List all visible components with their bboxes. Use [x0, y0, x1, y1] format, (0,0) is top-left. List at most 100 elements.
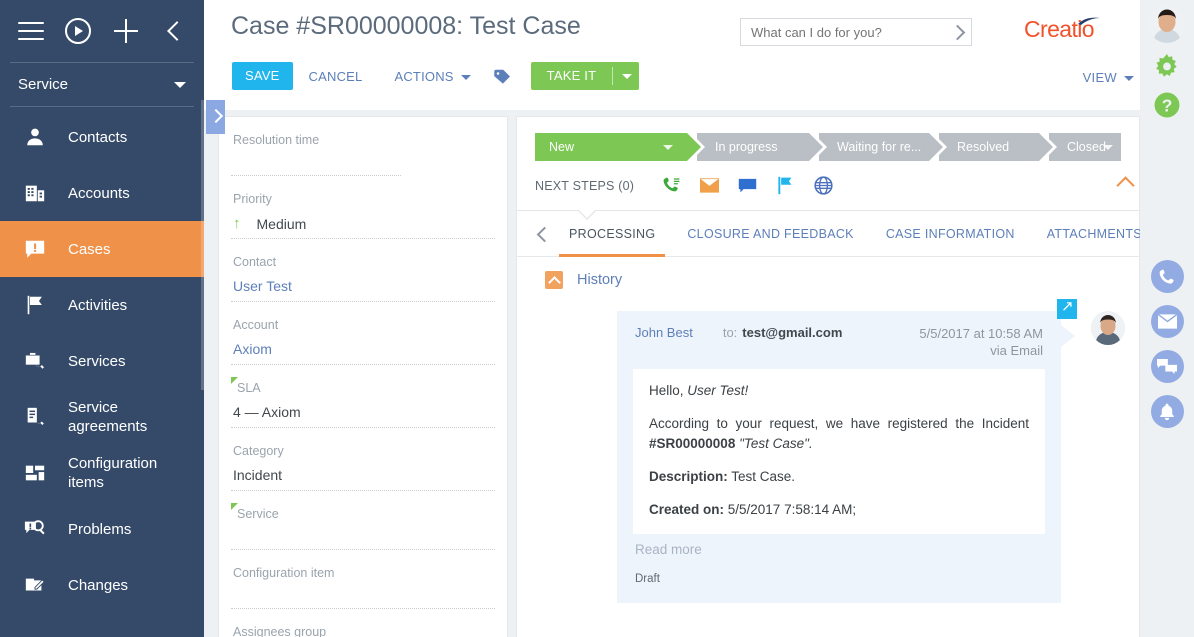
tab-attachments[interactable]: ATTACHMENTS	[1031, 211, 1158, 257]
globe-icon[interactable]	[812, 175, 834, 197]
sidebar-item-contacts[interactable]: Contacts	[0, 109, 204, 165]
sidebar-item-label: Changes	[68, 576, 129, 594]
next-steps-label: NEXT STEPS (0)	[535, 178, 635, 193]
sidebar-item-services[interactable]: Services	[0, 333, 204, 389]
case-number: #SR00000008	[649, 436, 736, 451]
field-sla: SLA 4 — Axiom	[231, 365, 495, 428]
actions-button[interactable]: ACTIONS	[378, 62, 486, 90]
expand-panel-button[interactable]	[206, 100, 225, 134]
take-it-dropdown-arrow[interactable]	[613, 62, 639, 90]
mail-icon[interactable]	[1150, 305, 1184, 338]
field-label: Priority	[233, 192, 272, 206]
chevron-down-icon[interactable]	[663, 145, 673, 150]
tab-processing[interactable]: PROCESSING	[553, 211, 671, 257]
field-value[interactable]	[231, 523, 495, 549]
briefcase-wrench-icon	[22, 348, 48, 374]
save-button[interactable]: SAVE	[232, 62, 293, 90]
message-recipient: test@gmail.com	[742, 325, 843, 340]
take-it-button[interactable]: TAKE IT	[530, 62, 640, 90]
chat-icon[interactable]	[1150, 350, 1184, 383]
search-input[interactable]	[741, 24, 945, 40]
history-label[interactable]: History	[577, 272, 622, 288]
message-timestamp: 5/5/2017 at 10:58 AM	[919, 326, 1043, 341]
stage-closed[interactable]: Closed	[1049, 133, 1121, 161]
stage-notch	[579, 210, 595, 218]
message-icon[interactable]	[736, 175, 758, 197]
chevron-down-icon[interactable]	[1103, 145, 1113, 150]
flag-icon[interactable]	[774, 175, 796, 197]
stage-label: Resolved	[957, 140, 1010, 154]
help-question-icon[interactable]: ?	[1152, 90, 1182, 120]
history-section-header: History	[517, 257, 1139, 299]
message-sender[interactable]: John Best	[635, 325, 693, 340]
add-icon[interactable]	[109, 14, 143, 48]
field-value-row[interactable]: ↑ Medium	[231, 208, 495, 238]
sidebar-item-cases[interactable]: Cases	[0, 221, 204, 277]
workplace-selector[interactable]: Service	[0, 63, 204, 106]
global-search[interactable]	[740, 18, 972, 46]
stage-new[interactable]: New	[535, 133, 705, 161]
tab-case-information[interactable]: CASE INFORMATION	[870, 211, 1031, 257]
phone-icon[interactable]	[1150, 260, 1184, 293]
sidebar-item-changes[interactable]: Changes	[0, 557, 204, 613]
sidebar-item-accounts[interactable]: Accounts	[0, 165, 204, 221]
greeting-name: User Test!	[687, 383, 749, 398]
sidebar-scrollbar[interactable]	[201, 100, 204, 390]
tag-icon[interactable]	[493, 68, 513, 84]
view-button[interactable]: VIEW	[1083, 70, 1134, 85]
folder-pencil-icon	[22, 572, 48, 598]
description-label: Description:	[649, 469, 728, 484]
stage-in-progress[interactable]: In progress	[697, 133, 827, 161]
message-author-avatar[interactable]	[1091, 311, 1125, 345]
read-more-link[interactable]: Read more	[633, 534, 1045, 557]
building-icon	[22, 180, 48, 206]
field-value[interactable]: 4 — Axiom	[231, 397, 495, 427]
sidebar-item-label: Services	[68, 352, 126, 370]
field-value[interactable]: User Test	[231, 271, 495, 301]
user-avatar[interactable]	[1148, 5, 1186, 43]
run-process-icon[interactable]	[62, 14, 96, 48]
next-steps-icons	[660, 175, 834, 197]
stage-waiting-for-response[interactable]: Waiting for re...	[819, 133, 947, 161]
sidebar-item-problems[interactable]: Problems	[0, 501, 204, 557]
sidebar-item-configuration-items[interactable]: Configuration items	[0, 445, 204, 501]
message-paragraph-registered: According to your request, we have regis…	[649, 414, 1029, 454]
creatio-logo: Creatio	[1024, 16, 1114, 50]
description-value: Test Case.	[727, 469, 796, 484]
field-value[interactable]: Axiom	[231, 334, 495, 364]
sidebar-item-label: Service agreements	[68, 399, 148, 435]
required-marker-icon	[231, 377, 238, 384]
message-channel: via Email	[990, 343, 1043, 358]
detail-tabs: PROCESSING CLOSURE AND FEEDBACK CASE INF…	[517, 211, 1142, 257]
sidebar-item-label: Problems	[68, 520, 132, 538]
history-collapse-icon[interactable]	[545, 271, 563, 289]
menu-icon[interactable]	[14, 14, 48, 48]
sidebar-item-label: Accounts	[68, 184, 130, 202]
tabs-scroll-left-icon[interactable]	[531, 223, 553, 245]
message-created-on: Created on: 5/5/2017 7:58:14 AM;	[649, 500, 1029, 520]
message-header: John Best to: test@gmail.com 5/5/2017 at…	[633, 325, 1045, 369]
settings-gear-icon[interactable]	[1152, 52, 1182, 82]
expand-icon[interactable]	[1057, 297, 1077, 319]
priority-up-arrow-icon: ↑	[233, 215, 241, 232]
field-value[interactable]: Incident	[231, 460, 495, 490]
cancel-button[interactable]: CANCEL	[293, 62, 379, 90]
greeting-prefix: Hello,	[649, 383, 688, 398]
sidebar-nav: Contacts Accounts Cases Activities Servi…	[0, 107, 204, 613]
logo-swoosh-icon	[1078, 17, 1100, 25]
left-sidebar: Service Contacts Accounts Cases Activiti…	[0, 0, 204, 637]
field-value[interactable]	[231, 149, 495, 175]
field-label: Service	[237, 507, 279, 521]
field-value[interactable]	[231, 582, 495, 608]
page-header: Case #SR00000008: Test Case SAVE CANCEL …	[204, 0, 1144, 110]
field-account: Account Axiom	[231, 302, 495, 365]
sidebar-item-service-agreements[interactable]: Service agreements	[0, 389, 204, 445]
tab-closure-and-feedback[interactable]: CLOSURE AND FEEDBACK	[671, 211, 869, 257]
collapse-sidebar-icon[interactable]	[157, 14, 191, 48]
search-submit-icon[interactable]	[945, 19, 971, 45]
notification-bell-icon[interactable]	[1150, 395, 1184, 428]
stage-resolved[interactable]: Resolved	[939, 133, 1057, 161]
email-icon[interactable]	[698, 175, 720, 197]
sidebar-item-activities[interactable]: Activities	[0, 277, 204, 333]
call-icon[interactable]	[660, 175, 682, 197]
